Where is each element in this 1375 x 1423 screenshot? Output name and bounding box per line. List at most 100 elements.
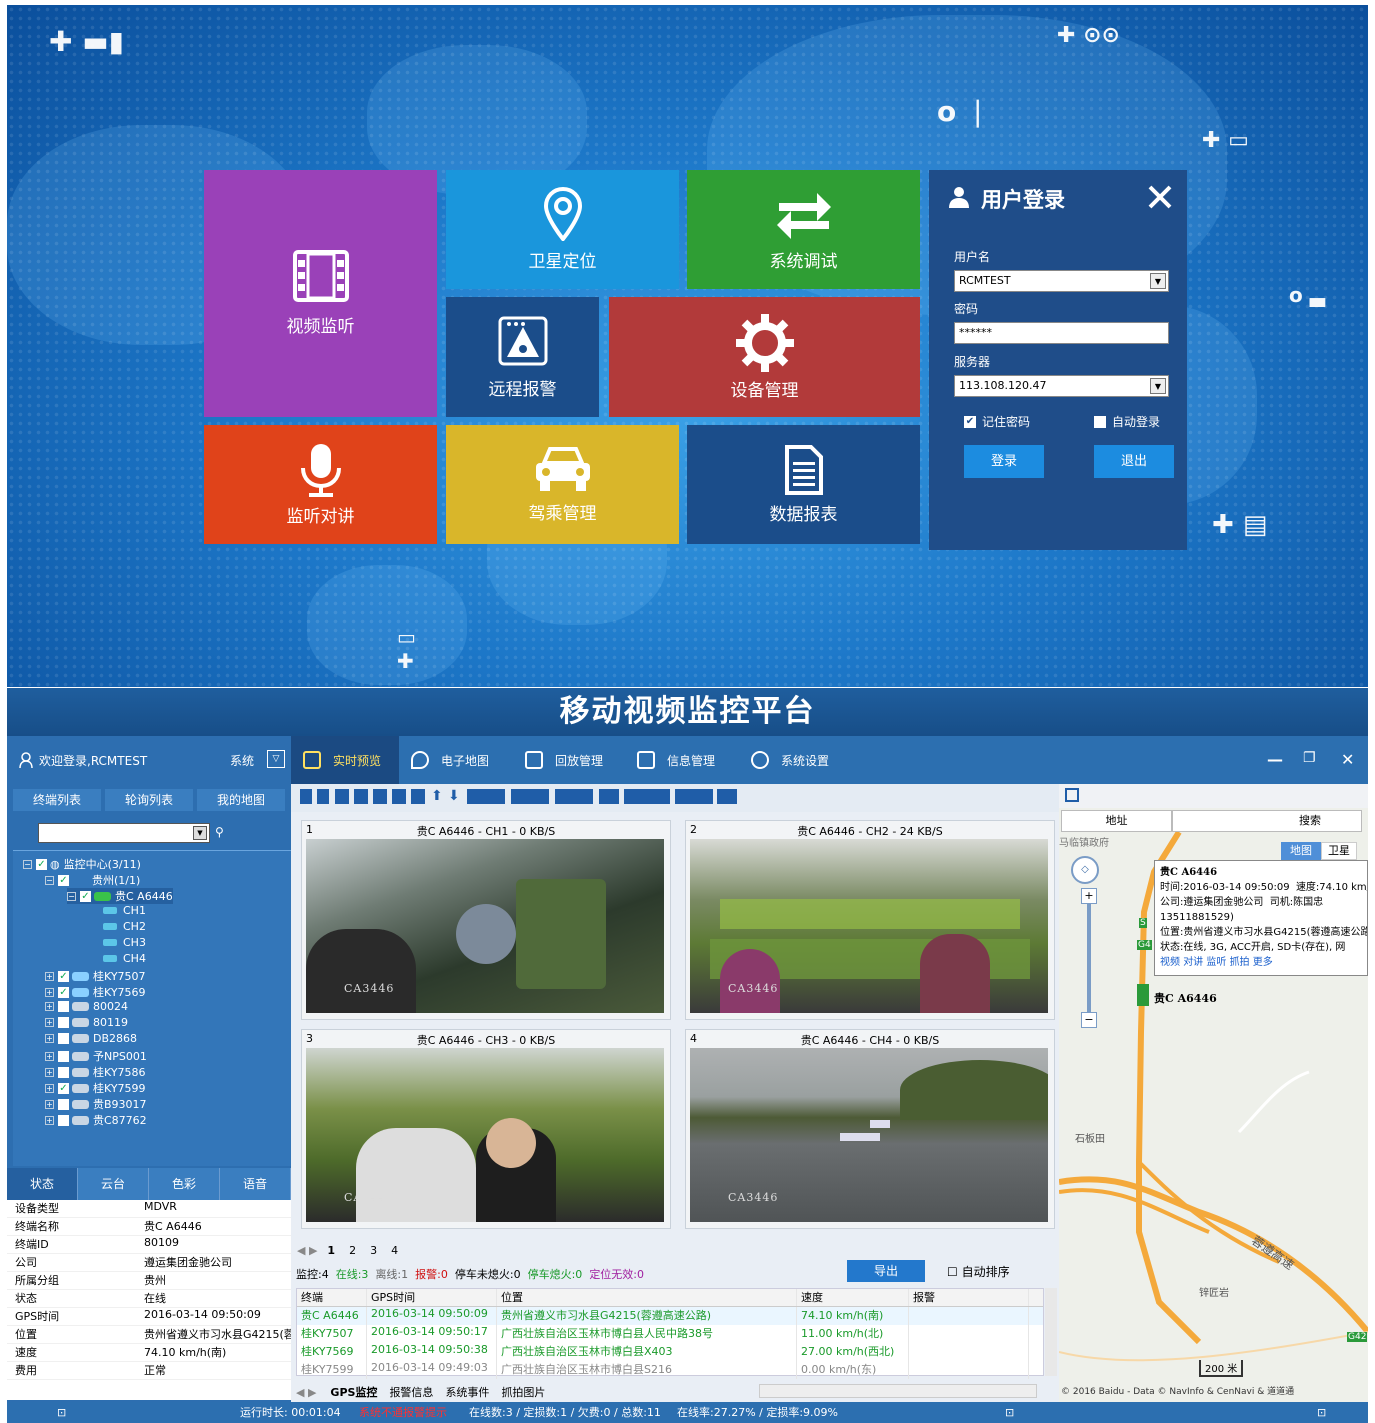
system-menu[interactable]: 系统 — [230, 752, 254, 769]
tile-driver-management[interactable]: 驾乘管理 — [446, 425, 679, 544]
collapse-icon[interactable]: − — [45, 875, 54, 885]
previous-icon[interactable] — [599, 789, 619, 804]
tree-vehicle[interactable]: + 贵B93017 — [45, 1096, 147, 1112]
tile-intercom[interactable]: 监听对讲 — [204, 425, 437, 544]
arrow-up-icon[interactable]: ⬆ — [431, 789, 443, 804]
minimize-icon[interactable]: — — [1267, 750, 1283, 769]
tree-vehicle[interactable]: + 贵C87762 — [45, 1112, 147, 1128]
table-row[interactable]: 桂KY7569 2016-03-14 09:50:38 广西壮族自治区玉林市博白… — [297, 1343, 1043, 1361]
chevron-down-icon[interactable]: ▽ — [267, 750, 285, 768]
tab-gps-monitor[interactable]: GPS监控 — [324, 1384, 383, 1400]
page-tab[interactable]: 1 — [327, 1244, 335, 1257]
tree-vehicle[interactable]: + 予NPS001 — [45, 1048, 147, 1064]
tabs-nav-icon[interactable]: ◀ ▶ — [296, 1386, 316, 1399]
tile-data-report[interactable]: 数据报表 — [687, 425, 920, 544]
checkbox-icon[interactable] — [58, 1001, 69, 1012]
tree-vehicle[interactable]: +80024 — [45, 1000, 128, 1013]
expand-icon[interactable]: + — [45, 1115, 54, 1125]
snapshot-dropdown[interactable] — [555, 789, 593, 804]
tab-system-settings[interactable]: 系统设置 — [739, 736, 854, 784]
map-type-map-button[interactable]: 地图 — [1281, 842, 1321, 860]
remember-password-checkbox[interactable]: ✔ 记住密码 — [964, 413, 1030, 430]
tile-device-management[interactable]: 设备管理 — [609, 297, 920, 417]
table-row[interactable]: 桂KY7599 2016-03-14 09:49:03 广西壮族自治区玉林市博白… — [297, 1361, 1043, 1379]
play-dropdown[interactable] — [624, 789, 670, 804]
layout-8-icon[interactable] — [373, 789, 387, 804]
zoom-slider[interactable] — [1087, 904, 1091, 1014]
column-header[interactable]: 速度 — [797, 1289, 909, 1306]
checkbox-icon[interactable] — [58, 1098, 69, 1110]
stop-dropdown[interactable] — [675, 789, 713, 804]
table-row[interactable]: 桂KY7507 2016-03-14 09:50:17 广西壮族自治区玉林市博白… — [297, 1325, 1043, 1343]
pan-control[interactable]: ◇ — [1071, 856, 1099, 884]
restore-icon[interactable]: ❐ — [1303, 750, 1316, 766]
map-type-satellite-button[interactable]: 卫星 — [1321, 842, 1357, 860]
tab-system-events[interactable]: 系统事件 — [439, 1384, 495, 1400]
tree-channel[interactable]: CH1 — [103, 904, 146, 917]
tab-realtime-preview[interactable]: 实时预览 — [291, 736, 399, 784]
window-dropdown[interactable] — [511, 789, 549, 804]
layout-6-icon[interactable] — [354, 789, 368, 804]
horizontal-scrollbar[interactable] — [759, 1384, 1037, 1398]
checkbox-icon[interactable] — [58, 1033, 69, 1044]
popup-link-snapshot[interactable]: 抓拍 — [1230, 957, 1250, 968]
tree-vehicle[interactable]: + ✓ 桂KY7569 — [45, 984, 146, 1000]
table-scrollbar[interactable] — [1045, 1288, 1057, 1376]
page-tab[interactable]: 2 — [349, 1244, 356, 1257]
tab-ptz[interactable]: 云台 — [78, 1168, 149, 1200]
layout-4-icon[interactable] — [335, 789, 349, 804]
stretch-dropdown[interactable] — [467, 789, 505, 804]
tree-root[interactable]: − ✓ ◍ 监控中心(3/11) — [23, 856, 141, 872]
chevron-down-icon[interactable]: ▼ — [1150, 273, 1166, 289]
checkbox-checked-icon[interactable]: ✓ — [36, 858, 47, 870]
search-icon[interactable]: ⚲ — [215, 825, 224, 839]
layout-2-icon[interactable] — [317, 789, 329, 804]
column-header[interactable]: 位置 — [497, 1289, 797, 1306]
checkbox-icon[interactable] — [58, 1050, 69, 1062]
video-panel[interactable]: 贵C A6446 - CH1 - 0 KB/S 1 CA3446 — [301, 820, 671, 1020]
popup-link-more[interactable]: 更多 — [1253, 957, 1273, 968]
tab-alarm-info[interactable]: 报警信息 — [383, 1384, 439, 1400]
tree-group[interactable]: − ✓ 贵州(1/1) — [45, 872, 140, 888]
column-header[interactable]: 终端 — [297, 1289, 367, 1306]
save-icon[interactable] — [1065, 788, 1079, 802]
checkbox-icon[interactable] — [58, 1017, 69, 1028]
exit-button[interactable]: 退出 — [1094, 445, 1174, 478]
baidu-map[interactable]: 地址 搜索 马临镇政府 ◇ + − 地图 卫星 贵C A6446 时间:2016… — [1059, 784, 1368, 1402]
auto-login-checkbox[interactable]: 自动登录 — [1094, 413, 1160, 430]
chevron-down-icon[interactable]: ▼ — [1150, 378, 1166, 394]
chevron-down-icon[interactable]: ▼ — [193, 826, 207, 840]
expand-icon[interactable]: + — [45, 1067, 54, 1077]
video-panel[interactable]: 贵C A6446 - CH2 - 24 KB/S 2 CA3446 — [685, 820, 1055, 1020]
chevron-down-icon[interactable]: ⊡ — [57, 1402, 66, 1423]
tree-vehicle[interactable]: + ✓ 桂KY7507 — [45, 968, 146, 984]
zoom-in-button[interactable]: + — [1081, 888, 1097, 904]
video-panel[interactable]: 贵C A6446 - CH3 - 0 KB/S 3 CA3446 — [301, 1029, 671, 1229]
column-header[interactable]: 报警 — [909, 1289, 1029, 1306]
tab-electronic-map[interactable]: 电子地图 — [399, 736, 510, 784]
expand-icon[interactable]: + — [45, 1083, 54, 1093]
expand-icon[interactable]: + — [45, 971, 54, 981]
collapse-icon[interactable]: − — [23, 859, 32, 869]
column-header[interactable]: GPS时间 — [367, 1289, 497, 1306]
zoom-out-button[interactable]: − — [1081, 1012, 1097, 1028]
checkbox-checked-icon[interactable]: ✓ — [80, 890, 91, 902]
tab-voice[interactable]: 语音 — [220, 1168, 291, 1200]
expand-icon[interactable]: + — [45, 1051, 54, 1061]
checkbox-icon[interactable] — [58, 1114, 69, 1126]
tile-video-monitor[interactable]: 视频监听 — [204, 170, 437, 417]
tree-channel[interactable]: CH3 — [103, 936, 146, 949]
tile-remote-alarm[interactable]: 远程报警 — [446, 297, 599, 417]
export-button[interactable]: 导出 — [847, 1260, 925, 1282]
tab-info-management[interactable]: 信息管理 — [625, 736, 736, 784]
expand-icon[interactable]: + — [45, 1099, 54, 1109]
password-field[interactable]: ****** — [954, 322, 1169, 344]
popup-link-talk[interactable]: 对讲 — [1183, 957, 1203, 968]
vehicle-marker-icon[interactable] — [1137, 984, 1149, 1006]
login-button[interactable]: 登录 — [964, 445, 1044, 478]
tree-vehicle[interactable]: − ✓ 贵C A6446 — [67, 888, 173, 904]
checkbox-icon[interactable] — [58, 1066, 69, 1078]
checkbox-checked-icon[interactable]: ✓ — [58, 970, 69, 982]
arrow-down-icon[interactable]: ⬇ — [448, 789, 460, 804]
tree-channel[interactable]: CH4 — [103, 952, 146, 965]
